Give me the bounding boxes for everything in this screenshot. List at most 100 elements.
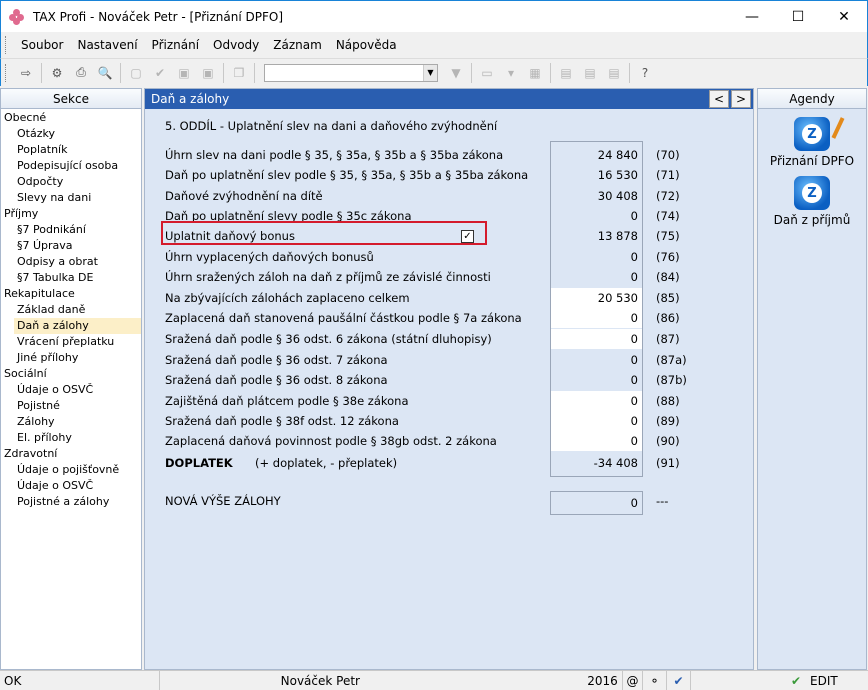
menu-napoveda[interactable]: Nápověda [329, 36, 404, 54]
sections-panel: Sekce Obecné Otázky Poplatník Podepisující … [0, 88, 142, 670]
filter-icon[interactable]: ▼ [446, 63, 466, 83]
menu-zaznam[interactable]: Záznam [266, 36, 329, 54]
status-mode: EDIT [810, 673, 838, 688]
filter-combo[interactable]: ▼ [264, 63, 438, 82]
sidebar-item[interactable]: Slevy na dani [1, 190, 141, 206]
sidebar-item[interactable]: Jiné přílohy [1, 350, 141, 366]
row-label: Úhrn slev na dani podle § 35, § 35a, § 3… [165, 148, 504, 162]
sidebar-item[interactable]: §7 Úprava [1, 238, 141, 254]
row-label: Sražená daň podle § 36 odst. 7 zákona [165, 353, 388, 367]
toolbar-separator [223, 62, 224, 83]
sidebar-item[interactable]: Údaje o OSVČ [1, 478, 141, 494]
menu-odvody[interactable]: Odvody [206, 36, 266, 54]
sidebar-group[interactable]: Příjmy [1, 206, 141, 222]
row-label: Zajištěná daň plátcem podle § 38e zákona [165, 394, 409, 408]
row-value[interactable]: 0 [551, 431, 642, 451]
row-value: 16 530 [597, 168, 638, 182]
sidebar-item[interactable]: Zálohy [1, 414, 141, 430]
sidebar-item[interactable]: Pojistné [1, 398, 141, 414]
row-value: 0 [630, 353, 638, 367]
copy-icon[interactable]: ❐ [229, 63, 249, 83]
new-document-icon[interactable]: ▢ [126, 63, 146, 83]
row-code: (71) [656, 168, 680, 182]
row-code: (75) [656, 229, 680, 243]
sidebar-group[interactable]: Sociální [1, 366, 141, 382]
menu-priznani[interactable]: Přiznání [145, 36, 207, 54]
sidebar-item[interactable]: Údaje o pojišťovně [1, 462, 141, 478]
print-preview-icon[interactable]: 🔍 [95, 63, 115, 83]
row-label: DOPLATEK [165, 456, 233, 470]
sidebar-item[interactable]: El. přílohy [1, 430, 141, 446]
sidebar-item[interactable]: §7 Tabulka DE [1, 270, 141, 286]
minimize-icon[interactable]: — [729, 1, 775, 33]
dan-icon[interactable]: Z [794, 176, 830, 210]
sidebar-item[interactable]: Odpočty [1, 174, 141, 190]
help-icon[interactable]: ? [635, 63, 655, 83]
comment-icon[interactable]: ▤ [556, 63, 576, 83]
row-value[interactable]: 20 530 [551, 288, 642, 308]
toolbar-separator [471, 62, 472, 83]
print-icon[interactable]: ⎙ [71, 63, 91, 83]
sidebar-item[interactable]: Základ daně [1, 302, 141, 318]
sidebar-item[interactable]: Vrácení přeplatku [1, 334, 141, 350]
row-value: 0 [630, 209, 638, 223]
chevron-down-icon[interactable]: ▼ [423, 64, 437, 81]
agendas-panel: Agendy Z Přiznání DPFO Z Daň z příjmů [757, 88, 867, 670]
sections-header: Sekce [1, 89, 141, 109]
check-icon[interactable]: ✔ [150, 63, 170, 83]
dpfo-icon[interactable]: Z [794, 117, 845, 151]
agenda-label: Přiznání DPFO [769, 154, 855, 168]
nova-value[interactable]: 0 [550, 491, 643, 515]
sidebar-item[interactable]: Odpisy a obrat [1, 254, 141, 270]
sidebar-item[interactable]: Údaje o OSVČ [1, 382, 141, 398]
sidebar-item[interactable]: §7 Podnikání [1, 222, 141, 238]
menu-nastaveni[interactable]: Nastavení [70, 36, 144, 54]
next-page-button[interactable]: > [731, 90, 751, 108]
save-icon[interactable]: ▣ [174, 63, 194, 83]
prev-page-button[interactable]: < [709, 90, 729, 108]
row-value[interactable]: 0 [551, 329, 642, 349]
sidebar-item[interactable]: Otázky [1, 126, 141, 142]
row-value[interactable]: 0 [551, 411, 642, 431]
toolbar-separator [41, 62, 42, 83]
row-value[interactable]: 0 [551, 308, 642, 328]
toolbar-separator [629, 62, 630, 83]
maximize-icon[interactable]: ☐ [775, 1, 821, 33]
sidebar-group[interactable]: Zdravotní [1, 446, 141, 462]
folder-dropdown-icon[interactable]: ▾ [501, 63, 521, 83]
sidebar-group[interactable]: Rekapitulace [1, 286, 141, 302]
row-value: 0 [630, 373, 638, 387]
toolbar: ⇨ ⚙ ⎙ 🔍 ▢ ✔ ▣ ▣ ❐ ▼ ▼ ▭ ▾ ▦ ▤ ▤ ▤ ? [0, 58, 868, 86]
sidebar-item[interactable]: Daň a zálohy [14, 318, 141, 334]
row-label: Sražená daň podle § 36 odst. 6 zákona (s… [165, 332, 492, 346]
form-row: Sražená daň podle § 38f odst. 12 zákona 0… [165, 411, 695, 431]
toolbar-separator [254, 62, 255, 83]
form-row: Zajištěná daň plátcem podle § 38e zákona… [165, 391, 695, 411]
menu-soubor[interactable]: Soubor [14, 36, 70, 54]
main-panel: Daň a zálohy < > 5. ODDÍL - Uplatnění sl… [144, 88, 754, 670]
settings-icon[interactable]: ⚙ [47, 63, 67, 83]
nova-label: NOVÁ VÝŠE ZÁLOHY [165, 494, 281, 508]
form-row: Zaplacená daň stanovená paušální částkou… [165, 308, 695, 328]
folder-icon[interactable]: ▭ [477, 63, 497, 83]
row-code: (87b) [656, 373, 687, 387]
close-icon[interactable]: ✕ [821, 1, 867, 33]
sidebar-item[interactable]: Podepisující osoba [1, 158, 141, 174]
row-label: Na zbývajících zálohách zaplaceno celkem [165, 291, 410, 305]
sidebar-group[interactable]: Obecné [1, 110, 141, 126]
save-all-icon[interactable]: ▣ [198, 63, 218, 83]
row-code: (76) [656, 250, 680, 264]
row-value[interactable]: 0 [551, 391, 642, 411]
row-code: (84) [656, 270, 680, 284]
calculator-icon[interactable]: ▦ [525, 63, 545, 83]
agenda-dpfo[interactable]: Z Přiznání DPFO [758, 117, 866, 168]
highlight-box [161, 221, 487, 245]
sidebar-item[interactable]: Poplatník [1, 142, 141, 158]
list-icon[interactable]: ▤ [580, 63, 600, 83]
form-row: Sražená daň podle § 36 odst. 6 zákona (s… [165, 329, 695, 349]
sidebar-item[interactable]: Pojistné a zálohy [1, 494, 141, 510]
row-code: (88) [656, 394, 680, 408]
table-icon[interactable]: ▤ [604, 63, 624, 83]
agenda-dan[interactable]: Z Daň z příjmů [758, 176, 866, 227]
exit-icon[interactable]: ⇨ [16, 63, 36, 83]
